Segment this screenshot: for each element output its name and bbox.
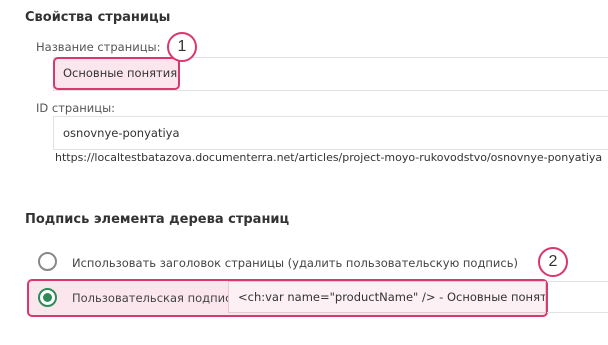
custom-caption-radio[interactable] <box>38 288 57 307</box>
tree-caption-title: Подпись элемента дерева страниц <box>25 212 290 227</box>
page-id-input[interactable]: osnovnye-ponyatiya <box>53 116 608 150</box>
callout-badge-2: 2 <box>538 247 568 277</box>
callout-badge-1: 1 <box>167 32 197 62</box>
custom-caption-input-tail <box>547 281 608 313</box>
custom-caption-label: Пользовательская подпись <box>72 291 239 305</box>
page-name-label: Название страницы: <box>36 40 161 54</box>
page-properties-title: Свойства страницы <box>25 10 171 25</box>
use-title-label: Использовать заголовок страницы (удалить… <box>72 256 518 270</box>
page-url: https://localtestbatazova.documenterra.n… <box>55 151 603 164</box>
custom-caption-input[interactable]: <ch:var name="productName" /> - Основные… <box>228 281 546 313</box>
use-title-radio[interactable] <box>38 252 57 271</box>
page-id-label: ID страницы: <box>36 101 116 115</box>
page-name-input[interactable]: Основные понятия <box>63 66 177 80</box>
